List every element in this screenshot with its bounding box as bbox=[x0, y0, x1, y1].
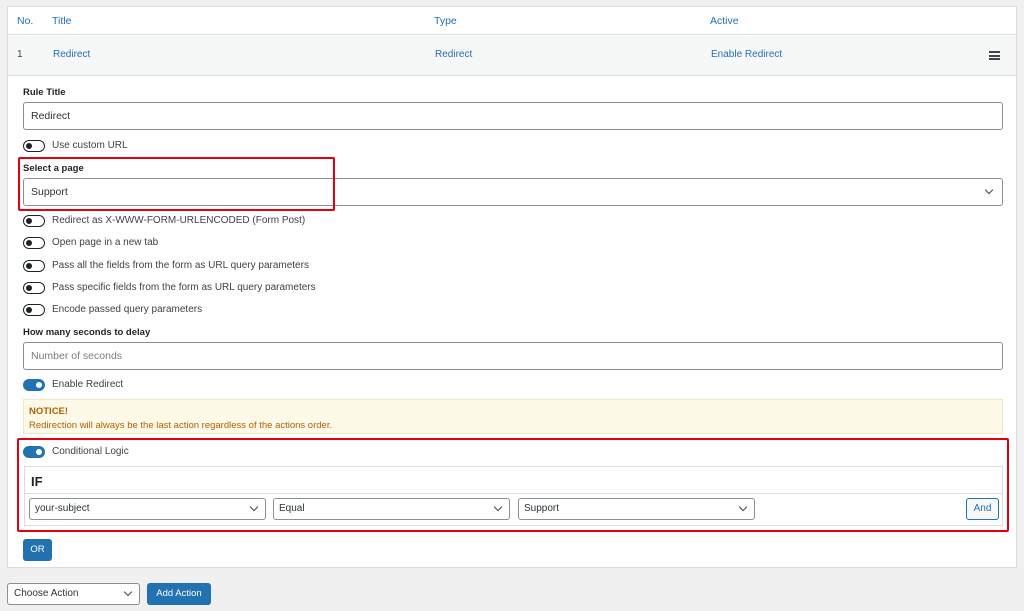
add-action-button[interactable]: Add Action bbox=[147, 583, 211, 605]
encode-params-toggle[interactable] bbox=[23, 304, 45, 316]
use-custom-url-toggle[interactable] bbox=[23, 140, 45, 152]
notice-box: NOTICE! Redirection will always be the l… bbox=[23, 399, 1003, 434]
col-type-header: Type bbox=[434, 15, 457, 27]
row-type-link[interactable]: Redirect bbox=[435, 49, 472, 60]
choose-action-select[interactable]: Choose Action bbox=[7, 583, 140, 605]
col-title-header: Title bbox=[52, 15, 71, 27]
form-post-toggle[interactable] bbox=[23, 215, 45, 227]
use-custom-url-label: Use custom URL bbox=[52, 140, 128, 151]
table-row[interactable]: 1 Redirect Redirect Enable Redirect bbox=[8, 36, 1016, 76]
highlight-select-page bbox=[18, 157, 335, 211]
toggle-label: Pass specific fields from the form as UR… bbox=[52, 282, 316, 293]
row-number: 1 bbox=[17, 49, 23, 60]
delay-seconds-input[interactable]: Number of seconds bbox=[23, 342, 1003, 370]
enable-redirect-toggle[interactable] bbox=[23, 379, 45, 391]
notice-text: Redirection will always be the last acti… bbox=[29, 420, 332, 431]
action-panel: No. Title Type Active 1 Redirect Redirec… bbox=[7, 6, 1017, 568]
table-header: No. Title Type Active bbox=[8, 7, 1016, 35]
toggle-label: Redirect as X-WWW-FORM-URLENCODED (Form … bbox=[52, 215, 305, 226]
highlight-conditional-logic bbox=[17, 438, 1009, 532]
enable-redirect-label: Enable Redirect bbox=[52, 379, 123, 390]
chevron-down-icon bbox=[985, 186, 993, 194]
rule-title-input[interactable]: Redirect bbox=[23, 102, 1003, 130]
col-no-header: No. bbox=[17, 15, 33, 27]
col-active-header: Active bbox=[710, 15, 739, 27]
notice-title: NOTICE! bbox=[29, 406, 68, 417]
pass-all-fields-toggle[interactable] bbox=[23, 260, 45, 272]
row-active-link[interactable]: Enable Redirect bbox=[711, 49, 782, 60]
toggle-label: Pass all the fields from the form as URL… bbox=[52, 260, 309, 271]
delay-label: How many seconds to delay bbox=[23, 327, 150, 338]
row-title-link[interactable]: Redirect bbox=[53, 49, 90, 60]
toggle-label: Open page in a new tab bbox=[52, 237, 158, 248]
choose-action-value: Choose Action bbox=[14, 588, 79, 599]
or-button[interactable]: OR bbox=[23, 539, 52, 561]
chevron-down-icon bbox=[124, 588, 132, 596]
menu-icon[interactable] bbox=[989, 51, 1000, 60]
pass-specific-fields-toggle[interactable] bbox=[23, 282, 45, 294]
rule-title-label: Rule Title bbox=[23, 87, 66, 98]
new-tab-toggle[interactable] bbox=[23, 237, 45, 249]
toggle-label: Encode passed query parameters bbox=[52, 304, 202, 315]
